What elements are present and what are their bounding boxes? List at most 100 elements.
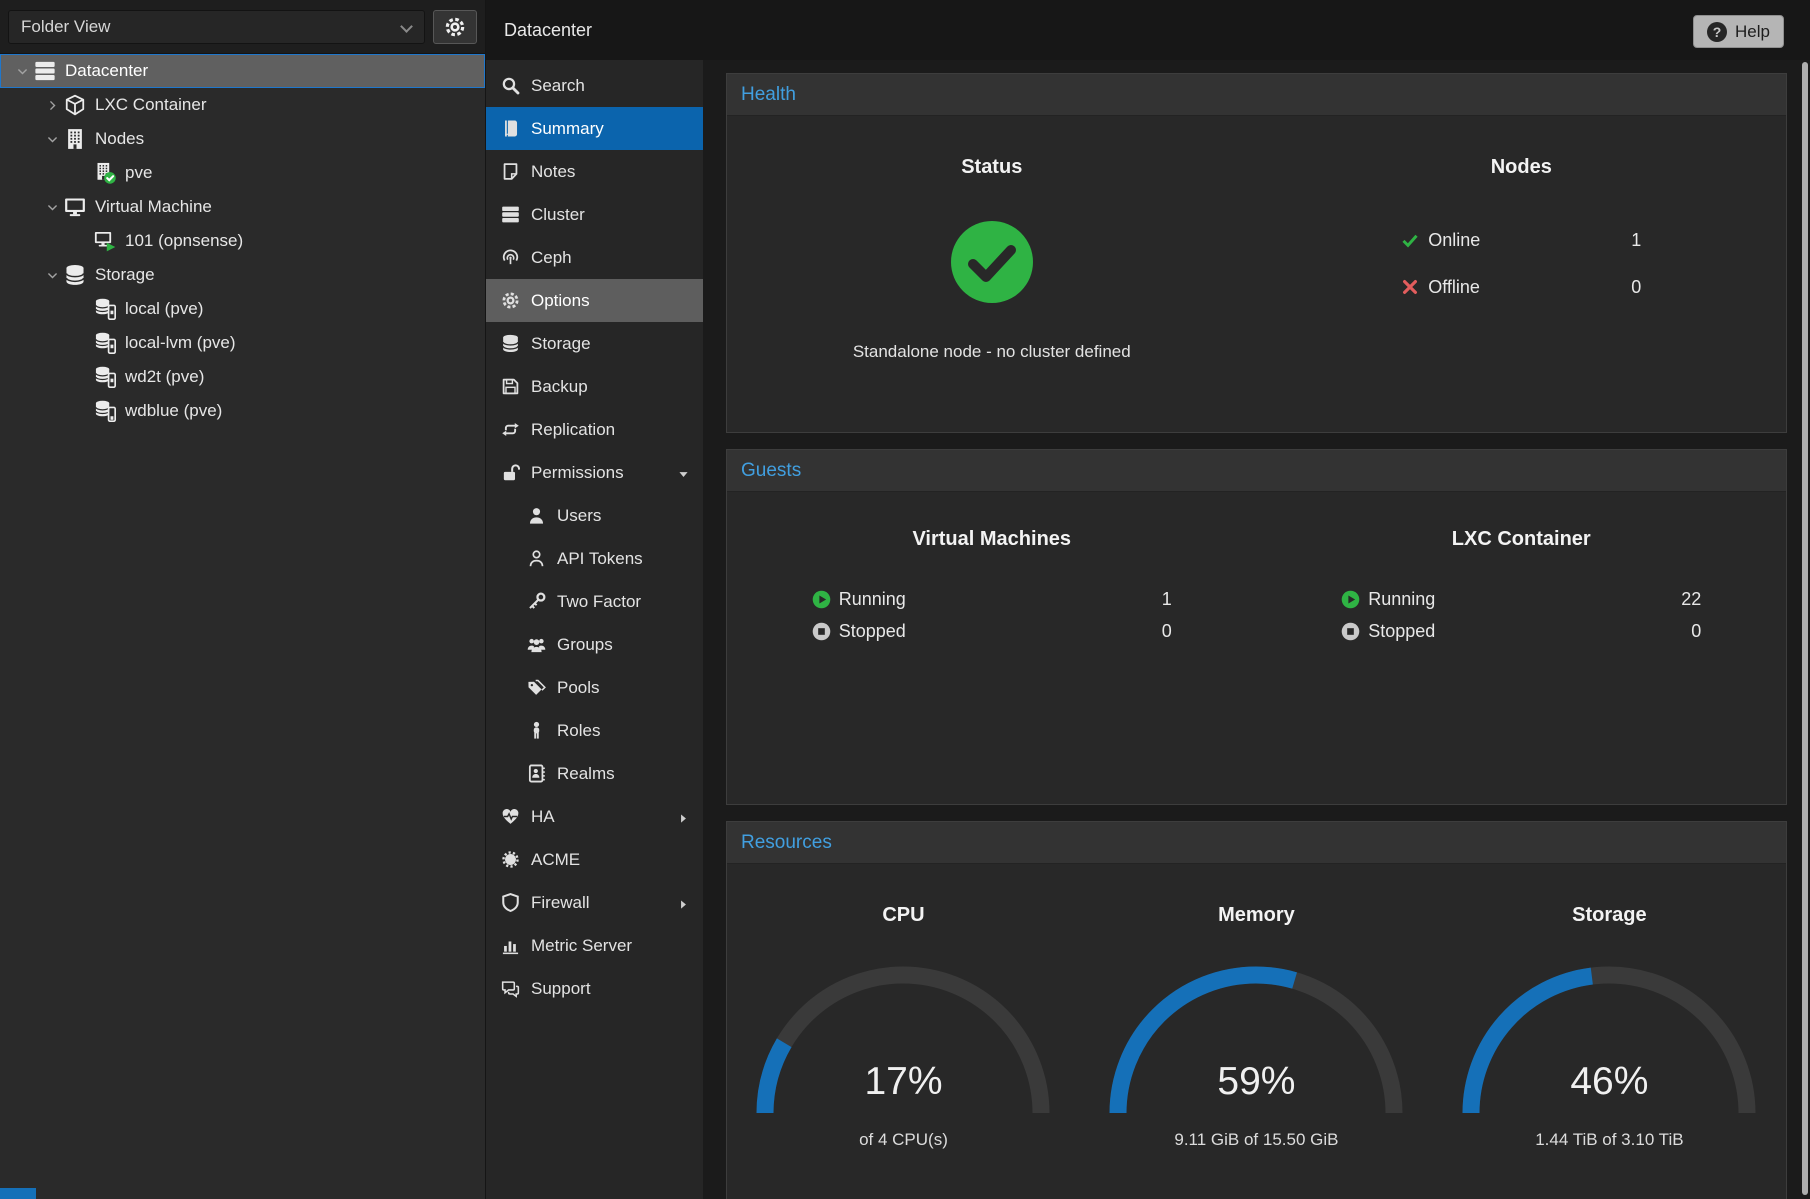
tree-item-wd2t-pve[interactable]: wd2t (pve) — [0, 360, 485, 394]
caret-right-icon[interactable] — [677, 810, 690, 823]
resources-panel-title: Resources — [727, 822, 1786, 864]
tree-item-local-lvm-pve[interactable]: local-lvm (pve) — [0, 326, 485, 360]
tree-item-lxc-container[interactable]: LXC Container — [0, 88, 485, 122]
vm-running-value: 1 — [1162, 589, 1172, 610]
storage-gauge-column: Storage 46% 1.44 TiB of 3.10 TiB — [1433, 864, 1786, 1199]
vm-running-row: Running 1 — [812, 583, 1172, 615]
nav-item-pools[interactable]: Pools — [486, 666, 703, 709]
cube-icon — [64, 94, 86, 116]
nav-item-realms[interactable]: Realms — [486, 752, 703, 795]
tree-item-storage[interactable]: Storage — [0, 258, 485, 292]
tree-item-label: wdblue (pve) — [125, 401, 222, 421]
nav-item-label: Users — [557, 506, 601, 526]
nav-item-label: Realms — [557, 764, 615, 784]
database-usage-icon — [94, 366, 116, 388]
tree-item-label: LXC Container — [95, 95, 207, 115]
nav-item-search[interactable]: Search — [486, 64, 703, 107]
tree-item-label: Nodes — [95, 129, 144, 149]
search-icon — [500, 76, 520, 96]
bottom-accent-strip — [0, 1188, 36, 1199]
nodes-online-label: Online — [1428, 230, 1480, 251]
chevron-down-icon[interactable] — [44, 131, 60, 147]
datacenter-nav: Search Summary Notes Cluster Ceph Option… — [486, 60, 703, 1199]
nav-item-label: Groups — [557, 635, 613, 655]
nav-item-acme[interactable]: ACME — [486, 838, 703, 881]
nav-item-summary[interactable]: Summary — [486, 107, 703, 150]
database-usage-low-icon — [94, 400, 116, 422]
lxc-stopped-value: 0 — [1691, 621, 1701, 642]
scrollbar-thumb[interactable] — [1802, 62, 1808, 1195]
replication-icon — [500, 420, 520, 440]
resource-tree-panel: Folder View Datacenter LXC Container N — [0, 0, 486, 1199]
nav-item-ceph[interactable]: Ceph — [486, 236, 703, 279]
nav-item-label: Storage — [531, 334, 591, 354]
nav-item-label: Options — [531, 291, 590, 311]
tree-item-local-pve[interactable]: local (pve) — [0, 292, 485, 326]
nav-item-backup[interactable]: Backup — [486, 365, 703, 408]
nodes-heading: Nodes — [1257, 156, 1787, 179]
help-button[interactable]: ? Help — [1693, 15, 1784, 48]
tree-item-label: Storage — [95, 265, 155, 285]
nav-item-firewall[interactable]: Firewall — [486, 881, 703, 924]
tree-item-pve[interactable]: pve — [0, 156, 485, 190]
resource-tree: Datacenter LXC Container Nodes pve Virtu… — [0, 54, 485, 428]
nav-item-label: Roles — [557, 721, 600, 741]
nodes-offline-row: Offline 0 — [1401, 272, 1641, 302]
user-icon — [526, 506, 546, 526]
nodes-offline-label: Offline — [1428, 277, 1480, 298]
nav-item-notes[interactable]: Notes — [486, 150, 703, 193]
nav-item-groups[interactable]: Groups — [486, 623, 703, 666]
chevron-down-icon[interactable] — [14, 63, 30, 79]
lxc-stopped-row: Stopped 0 — [1341, 615, 1701, 647]
nodes-online-row: Online 1 — [1401, 225, 1641, 255]
tree-item-datacenter[interactable]: Datacenter — [0, 54, 485, 88]
display-running-icon — [94, 230, 116, 252]
vm-stopped-label: Stopped — [839, 621, 906, 642]
nav-item-ha[interactable]: HA — [486, 795, 703, 838]
tree-item-wdblue-pve[interactable]: wdblue (pve) — [0, 394, 485, 428]
caret-right-icon[interactable] — [677, 896, 690, 909]
check-icon — [1401, 231, 1419, 249]
tree-item-nodes[interactable]: Nodes — [0, 122, 485, 156]
tree-item-virtual-machine[interactable]: Virtual Machine — [0, 190, 485, 224]
nav-item-roles[interactable]: Roles — [486, 709, 703, 752]
tree-settings-button[interactable] — [433, 10, 477, 44]
nav-item-users[interactable]: Users — [486, 494, 703, 537]
nav-item-permissions[interactable]: Permissions — [486, 451, 703, 494]
nav-item-label: Support — [531, 979, 591, 999]
nav-item-support[interactable]: Support — [486, 967, 703, 1010]
nav-item-label: Replication — [531, 420, 615, 440]
chevron-down-icon[interactable] — [44, 267, 60, 283]
stop-circle-icon — [812, 622, 831, 641]
page-title: Datacenter — [504, 20, 592, 41]
cpu-gauge-column: CPU 17% of 4 CPU(s) — [727, 864, 1080, 1199]
comments-icon — [500, 979, 520, 999]
tree-item-101-opnsense[interactable]: 101 (opnsense) — [0, 224, 485, 258]
chevron-right-icon[interactable] — [44, 97, 60, 113]
lxc-running-row: Running 22 — [1341, 583, 1701, 615]
nav-item-replication[interactable]: Replication — [486, 408, 703, 451]
nodes-offline-value: 0 — [1631, 277, 1641, 298]
play-circle-icon — [812, 590, 831, 609]
nav-item-label: API Tokens — [557, 549, 643, 569]
building-icon — [64, 128, 86, 150]
nav-item-two-factor[interactable]: Two Factor — [486, 580, 703, 623]
nav-item-cluster[interactable]: Cluster — [486, 193, 703, 236]
view-mode-select[interactable]: Folder View — [8, 10, 425, 44]
question-circle-icon: ? — [1707, 22, 1727, 42]
chevron-down-icon[interactable] — [44, 199, 60, 215]
memory-percent: 59% — [1106, 963, 1406, 1118]
caret-down-icon[interactable] — [677, 466, 690, 479]
nav-item-storage[interactable]: Storage — [486, 322, 703, 365]
help-button-label: Help — [1735, 22, 1770, 42]
storage-heading: Storage — [1433, 904, 1786, 927]
database-icon — [64, 264, 86, 286]
nav-item-metric-server[interactable]: Metric Server — [486, 924, 703, 967]
view-mode-value: Folder View — [21, 17, 110, 37]
nav-item-options[interactable]: Options — [486, 279, 703, 322]
nav-item-api-tokens[interactable]: API Tokens — [486, 537, 703, 580]
key-icon — [526, 592, 546, 612]
nav-item-label: Search — [531, 76, 585, 96]
bar-chart-icon — [500, 936, 520, 956]
health-status-column: Status Standalone node - no cluster defi… — [727, 116, 1257, 432]
